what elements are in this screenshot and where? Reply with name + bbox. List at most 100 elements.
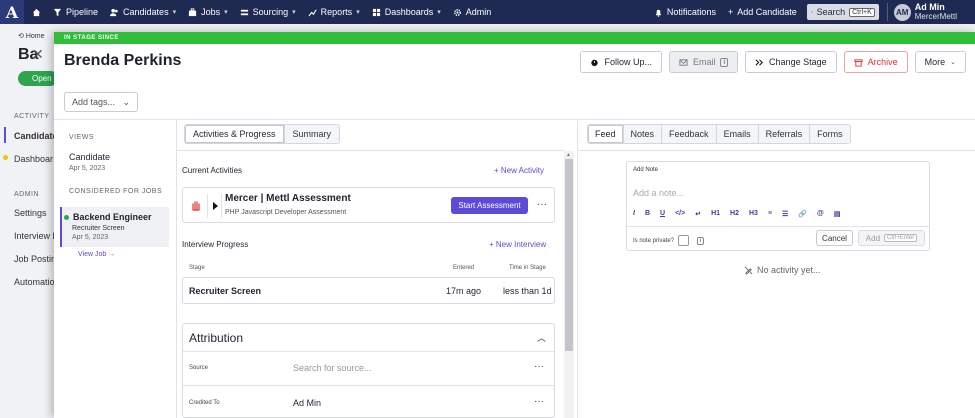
column-header-entered: Entered [453,265,475,271]
stage-entered: 17m ago [446,286,482,296]
tab-summary[interactable]: Summary [283,125,340,143]
sidebar-item-candidate[interactable]: Candidate [14,131,58,141]
underline-icon[interactable]: U [660,210,665,218]
source-more-icon[interactable]: ··· [534,361,544,372]
new-interview-button[interactable]: + New Interview [489,240,546,249]
search-icon [810,11,813,13]
chevron-down-icon: ⌄ [122,96,130,107]
note-input[interactable]: Add a note... [633,188,684,198]
more-button[interactable]: More ⌄ [914,51,966,73]
search-input[interactable]: Search Ctrl+K [806,4,879,20]
briefcase-icon [188,7,197,16]
view-candidate-link[interactable]: Candidate [69,152,110,162]
view-job-link[interactable]: View Job → [78,251,115,258]
ordered-list-icon[interactable]: ≡ [768,210,772,218]
add-tags-select[interactable]: Add tags... ⌄ [64,92,138,112]
tab-feedback[interactable]: Feedback [661,125,716,143]
italic-icon[interactable]: I [633,210,635,218]
play-icon[interactable] [213,202,218,210]
new-activity-button[interactable]: + New Activity [494,166,544,175]
tab-referrals[interactable]: Referrals [757,125,810,143]
chevron-up-icon[interactable]: ︿ [537,331,546,344]
document-icon[interactable]: ▤ [834,210,841,218]
history-icon: ⟲ [18,33,26,40]
notifications-button[interactable]: Notifications [654,7,716,17]
code-icon[interactable]: </> [675,210,685,218]
divider [627,226,929,227]
job-title: Backend Engineer [73,212,152,222]
nav-dashboards[interactable]: Dashboards ▾ [372,7,441,17]
scroll-up-icon[interactable]: ▲ [566,152,571,158]
info-badge: i [720,57,729,67]
nav-reports[interactable]: Reports ▾ [308,7,360,17]
link-icon[interactable]: 🔗 [798,210,807,218]
line-break-icon[interactable]: ↵ [695,210,701,218]
cancel-button[interactable]: Cancel [816,230,853,246]
sidebar-item-interview[interactable]: Interview F [14,231,58,241]
nav-pipeline[interactable]: Pipeline [53,7,98,17]
activity-more-icon[interactable]: ··· [537,199,547,210]
avatar[interactable]: AM [893,3,911,21]
nav-jobs[interactable]: Jobs ▾ [188,7,228,17]
archive-button[interactable]: Archive [843,51,908,73]
credited-label: Credited To [189,400,220,406]
chevron-down-icon: ▾ [224,9,228,16]
breadcrumb[interactable]: ⟲ Home [18,32,45,40]
nav-admin[interactable]: Admin [453,7,491,17]
job-date: Apr 5, 2023 [72,234,109,241]
app-logo[interactable]: A [0,0,24,24]
bullet-list-icon[interactable]: ☰ [782,210,788,218]
start-assessment-button[interactable]: Start Assessment [451,197,528,214]
mention-icon[interactable]: @ [817,210,824,218]
top-navigation: A Pipeline Candidates ▾ Jobs ▾ Sourcing ▾ R… [0,0,975,24]
follow-up-button[interactable]: Follow Up... [580,51,662,73]
private-checkbox[interactable] [678,235,690,246]
add-candidate-button[interactable]: + Add Candidate [728,7,797,17]
private-toggle: Is note private? i [633,235,705,246]
tab-feed[interactable]: Feed [588,125,623,143]
note-editor: Add Note Add a note... I B U </> ↵ H1 H2… [626,161,930,251]
bold-icon[interactable]: B [645,210,650,218]
source-input[interactable]: Search for source... [293,363,372,373]
interview-progress-title: Interview Progress [182,240,249,249]
status-badge[interactable]: Open [18,71,58,86]
user-menu[interactable]: Ad Min MercerMettl [915,3,957,22]
column-header-time: Time in Stage [509,265,546,271]
close-icon[interactable]: ✕ [32,46,44,63]
sourcing-icon [240,9,248,15]
candidate-modal: IN STAGE SINCE ✕ Brenda Perkins Follow U… [32,32,975,418]
change-stage-button[interactable]: Change Stage [745,51,837,73]
chart-icon [308,9,317,16]
column-header-stage: Stage [189,265,205,271]
credited-value[interactable]: Ad Min [293,398,321,408]
sidebar-item-automation[interactable]: Automatio [14,277,55,287]
heading2-icon[interactable]: H2 [730,210,739,218]
heading3-icon[interactable]: H3 [749,210,758,218]
chevron-down-icon: ▾ [292,9,296,16]
envelope-icon [679,58,688,66]
stage-banner: IN STAGE SINCE [54,32,975,44]
nav-candidates[interactable]: Candidates ▾ [110,7,176,17]
tab-activities-progress[interactable]: Activities & Progress [185,125,284,143]
add-note-button[interactable]: Add Ctrl+Enter [858,230,925,246]
job-card[interactable]: Backend Engineer Recruiter Screen Apr 5,… [60,207,169,247]
tab-emails[interactable]: Emails [715,125,758,143]
bell-icon [655,9,662,17]
tab-forms[interactable]: Forms [809,125,850,143]
email-button[interactable]: Email i [668,51,739,73]
stage-duration: less than 1d [503,286,552,296]
home-icon[interactable] [32,8,41,17]
scrollbar-thumb[interactable] [565,159,573,351]
scrollbar[interactable]: ▲ [564,151,574,418]
considered-label: CONSIDERED FOR JOBS [69,188,163,195]
heading1-icon[interactable]: H1 [711,210,720,218]
credited-more-icon[interactable]: ··· [534,396,544,407]
empty-feed: No activity yet... [744,265,821,275]
nav-sourcing[interactable]: Sourcing ▾ [240,7,296,17]
double-chevron-right-icon [755,58,764,66]
sidebar-item-settings[interactable]: Settings [14,208,47,218]
add-note-label: Add Note [633,167,659,173]
sidebar-item-dashboard[interactable]: Dashboar [14,154,53,164]
plus-icon: + [727,7,734,17]
tab-notes[interactable]: Notes [622,125,662,143]
